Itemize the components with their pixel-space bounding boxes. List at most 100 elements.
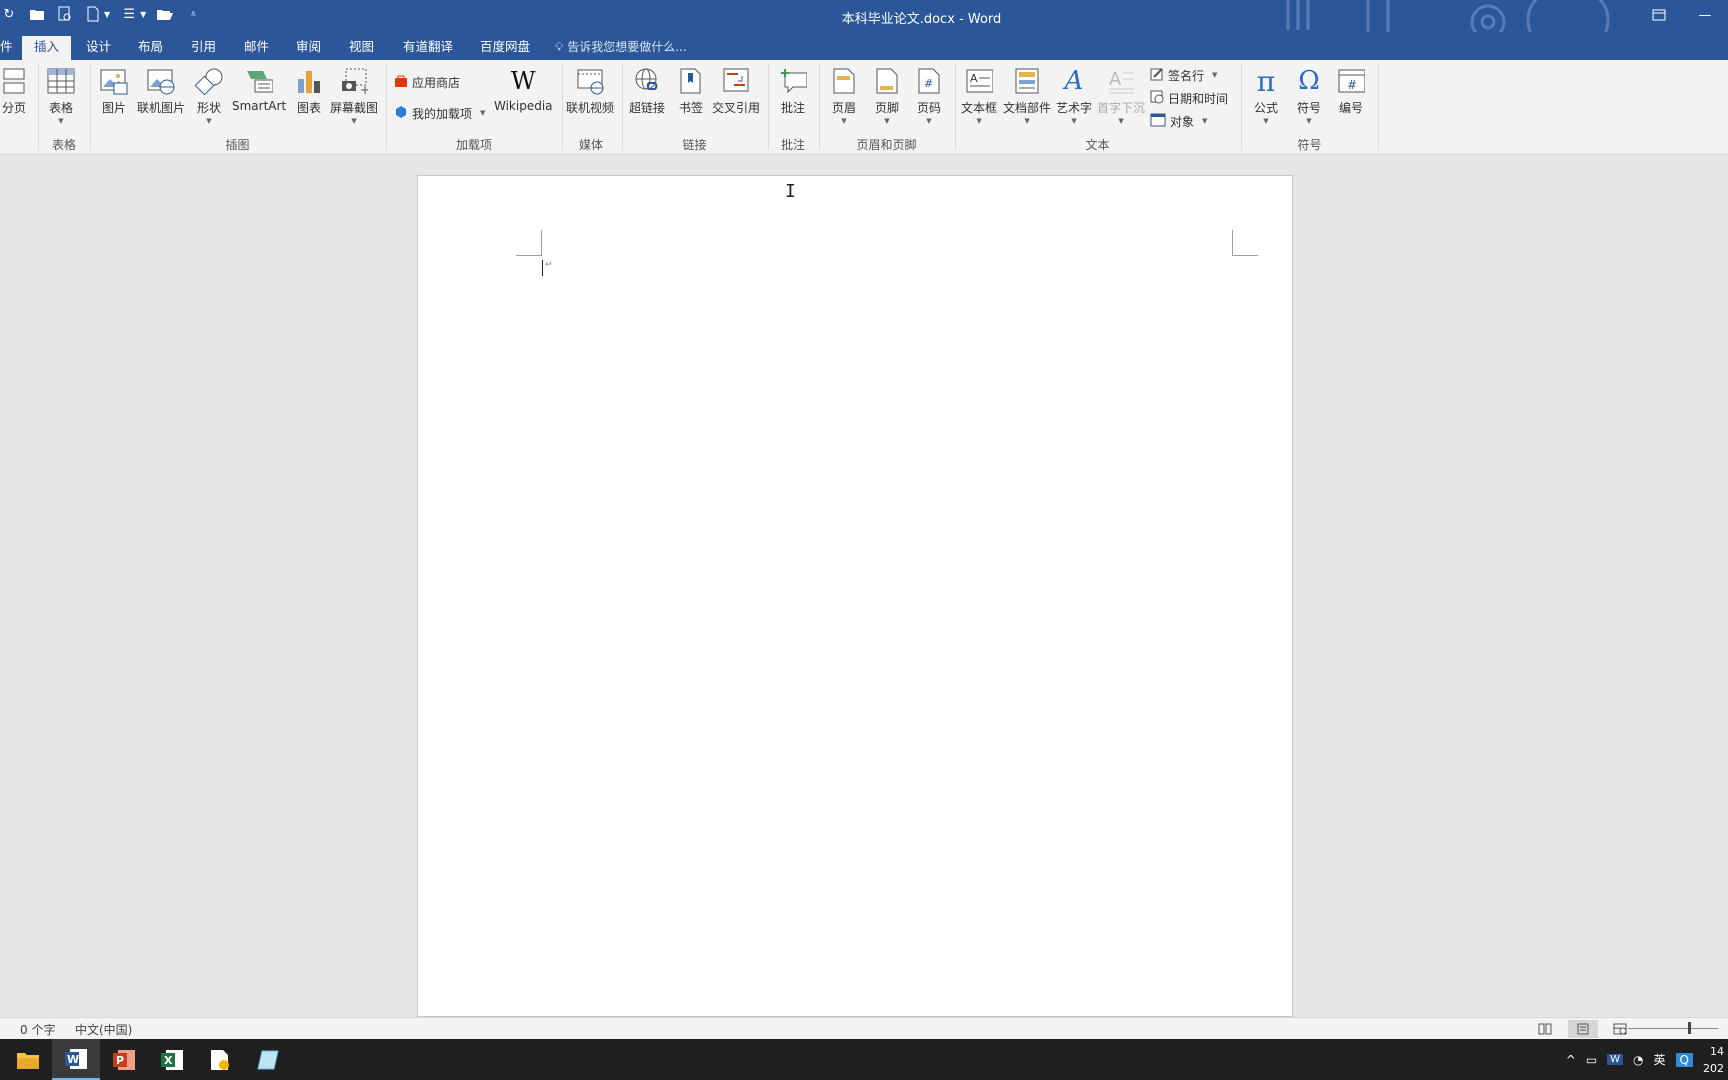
excel-app-icon[interactable]: X — [148, 1039, 196, 1080]
tab-file[interactable]: 件 — [0, 36, 21, 60]
chevron-down-icon: ▼ — [884, 117, 890, 125]
wikipedia-icon: W — [510, 67, 536, 95]
minimize-icon[interactable]: — — [1682, 0, 1728, 30]
chart-button[interactable]: 图表 — [295, 66, 323, 116]
chevron-down-icon: ▼ — [926, 117, 932, 125]
svg-text:#: # — [924, 77, 933, 90]
tab-mailings[interactable]: 邮件 — [236, 36, 277, 60]
hyperlink-button[interactable]: 超链接 — [629, 66, 665, 116]
notepad-app-icon[interactable] — [244, 1039, 292, 1080]
store-bag-icon — [394, 74, 408, 91]
tab-layout[interactable]: 布局 — [130, 36, 171, 60]
picture-label: 图片 — [101, 101, 126, 115]
chevron-down-icon: ▼ — [206, 117, 212, 125]
group-label-symbols: 符号 — [1297, 138, 1322, 152]
drop-cap-button[interactable]: A 首字下沉 ▼ — [1097, 66, 1145, 125]
ribbon-display-options-icon[interactable] — [1636, 0, 1682, 30]
word-app-icon[interactable]: W — [52, 1039, 100, 1080]
zoom-out-icon[interactable]: − — [1612, 1021, 1622, 1035]
title-bar: ↻ ▼ ☰ ▼ ⩡ 本科毕业论文.docx - Word — — [0, 0, 1728, 52]
tab-youdao[interactable]: 有道翻译 — [395, 36, 461, 60]
wordart-label: 艺术字 — [1056, 101, 1093, 115]
svg-text:A: A — [970, 72, 978, 85]
quick-parts-label: 文档部件 — [1003, 101, 1052, 115]
svg-text:#: # — [1347, 78, 1357, 92]
clock[interactable]: 14 202 — [1703, 1043, 1724, 1077]
store-button[interactable]: 应用商店 — [394, 72, 460, 92]
svg-text:W: W — [67, 1053, 79, 1066]
battery-icon[interactable]: ▭ — [1586, 1053, 1597, 1067]
wordart-button[interactable]: A 艺术字 ▼ — [1056, 66, 1092, 125]
hyperlink-globe-icon — [633, 66, 661, 96]
mouse-ibeam-cursor-icon: I — [785, 181, 796, 202]
quick-parts-button[interactable]: 文档部件 ▼ — [1003, 66, 1051, 125]
hyperlink-label: 超链接 — [629, 101, 666, 115]
bookmark-button[interactable]: 书签 — [677, 66, 705, 116]
chevron-down-icon: ▼ — [1202, 117, 1208, 125]
comment-button[interactable]: 批注 — [779, 66, 807, 116]
tab-references[interactable]: 引用 — [183, 36, 224, 60]
ribbon: 分页 表格 ▼ 表格 图片 联机图片 形状 ▼ SmartArt 图表 + 屏幕… — [0, 60, 1728, 155]
my-addins-label: 我的加载项 — [412, 106, 473, 121]
ime-indicator[interactable]: 英 — [1654, 1051, 1666, 1068]
powerpoint-app-icon[interactable]: P — [100, 1039, 148, 1080]
tab-design[interactable]: 设计 — [78, 36, 119, 60]
online-video-button[interactable]: 联机视频 — [566, 66, 614, 116]
shapes-button[interactable]: 形状 ▼ — [195, 66, 223, 125]
svg-text:X: X — [164, 1054, 173, 1067]
picture-button[interactable]: 图片 — [100, 66, 128, 116]
document-page[interactable]: ↵ — [417, 175, 1293, 1017]
object-button[interactable]: 对象 ▼ — [1150, 111, 1207, 131]
ribbon-tabs: 件 插入 设计 布局 引用 邮件 审阅 视图 有道翻译 百度网盘 💡︎ 告诉我您… — [0, 32, 1728, 60]
chevron-down-icon: ▼ — [58, 117, 64, 125]
page-number-button[interactable]: # 页码 ▼ — [915, 66, 943, 125]
table-icon — [47, 66, 75, 96]
symbol-button[interactable]: Ω 符号 ▼ — [1295, 66, 1323, 125]
wifi-icon[interactable]: ◔ — [1633, 1053, 1643, 1067]
file-explorer-icon[interactable] — [4, 1039, 52, 1080]
wikipedia-label: Wikipedia — [494, 99, 553, 113]
header-button[interactable]: 页眉 ▼ — [830, 66, 858, 125]
smartart-button[interactable]: SmartArt — [232, 66, 286, 113]
table-button[interactable]: 表格 ▼ — [47, 66, 75, 125]
cross-reference-button[interactable]: 交叉引用 — [712, 66, 760, 116]
page-break-button[interactable]: 分页 — [0, 66, 28, 116]
wikipedia-button[interactable]: W Wikipedia — [494, 66, 553, 113]
picture-icon — [100, 66, 128, 96]
document-app-icon[interactable] — [196, 1039, 244, 1080]
comment-label: 批注 — [780, 101, 805, 115]
clock-time: 14 — [1710, 1044, 1724, 1058]
my-addins-button[interactable]: 我的加载项 ▼ — [394, 103, 485, 123]
paragraph-mark-icon: ↵ — [545, 260, 553, 270]
signature-line-button[interactable]: 签名行 ▼ — [1150, 65, 1217, 85]
chevron-down-icon: ▼ — [841, 117, 847, 125]
numbering-label: 编号 — [1338, 101, 1363, 115]
chevron-up-icon[interactable]: ^ — [1566, 1053, 1576, 1067]
date-time-button[interactable]: 日期和时间 — [1150, 88, 1228, 108]
tab-baidu[interactable]: 百度网盘 — [472, 36, 538, 60]
zoom-slider[interactable] — [1628, 1021, 1718, 1034]
qq-icon[interactable]: Q — [1675, 1052, 1693, 1067]
footer-button[interactable]: 页脚 ▼ — [873, 66, 901, 125]
signature-pen-icon — [1150, 67, 1164, 84]
online-picture-button[interactable]: 联机图片 — [137, 66, 185, 116]
language-indicator[interactable]: 中文(中国) — [75, 1021, 132, 1038]
equation-button[interactable]: π 公式 ▼ — [1252, 65, 1280, 126]
calendar-clock-icon — [1150, 90, 1164, 107]
group-label-text: 文本 — [1085, 138, 1110, 152]
zoom-control[interactable]: − — [1612, 1021, 1718, 1035]
textbox-button[interactable]: A 文本框 ▼ — [961, 66, 997, 125]
tab-review[interactable]: 审阅 — [288, 36, 329, 60]
online-video-icon — [576, 66, 604, 96]
tab-view[interactable]: 视图 — [341, 36, 382, 60]
tell-me-box[interactable]: 💡︎ 告诉我您想要做什么... — [555, 36, 687, 60]
print-layout-icon[interactable] — [1568, 1020, 1598, 1038]
tab-insert[interactable]: 插入 — [22, 36, 71, 60]
signature-line-label: 签名行 — [1168, 68, 1205, 83]
bookmark-icon — [677, 66, 705, 96]
word-tray-icon[interactable]: W — [1607, 1054, 1624, 1065]
read-mode-icon[interactable] — [1530, 1020, 1560, 1038]
screenshot-button[interactable]: + 屏幕截图 ▼ — [330, 66, 378, 125]
numbering-button[interactable]: # 编号 — [1337, 66, 1365, 116]
word-count[interactable]: 0 个字 — [20, 1021, 55, 1038]
